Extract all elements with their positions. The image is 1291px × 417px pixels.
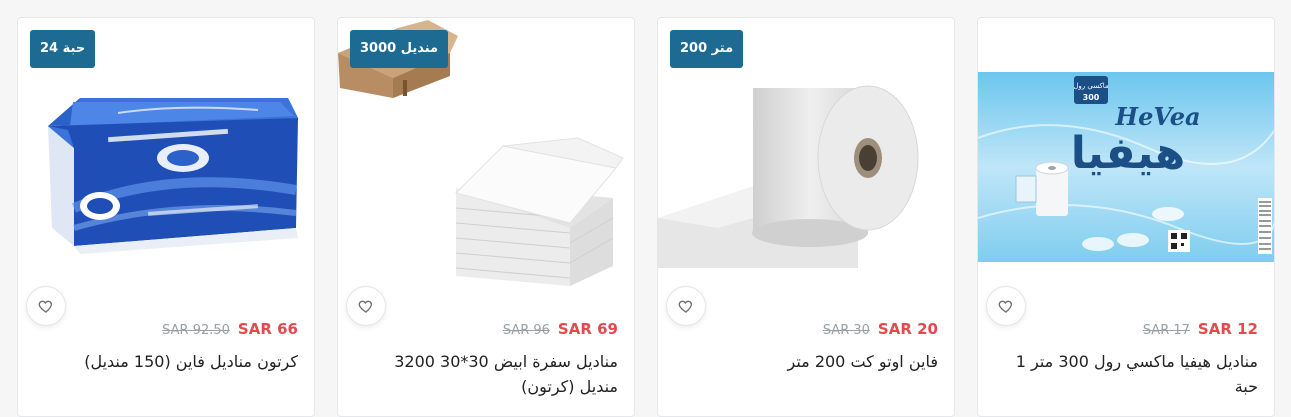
current-price: SAR 69 [557, 320, 618, 338]
old-price: SAR 30 [822, 323, 870, 338]
product-grid: 24 حبة SAR 92.50 SAR 66 كرتون مناديل فاي… [0, 0, 1291, 417]
wishlist-button[interactable] [666, 286, 706, 326]
old-price: SAR 92.50 [162, 323, 230, 338]
product-badge: 24 حبة [30, 30, 96, 68]
pack-tag-label: ماكسي رول [1073, 82, 1109, 90]
product-title[interactable]: كرتون مناديل فاين (150 منديل) [32, 349, 298, 374]
product-title[interactable]: فاين اوتو كت 200 متر [672, 349, 939, 374]
product-title[interactable]: مناديل سفرة ابيض 30*30 3200 منديل (كرتون… [352, 349, 618, 399]
old-price: SAR 96 [502, 323, 550, 338]
product-card-fine-carton[interactable]: 24 حبة SAR 92.50 SAR 66 كرتون مناديل فاي… [17, 17, 315, 417]
price-block: SAR 92.50 SAR 66 [162, 320, 298, 338]
current-price: SAR 12 [1197, 320, 1258, 338]
pack-tag-size: 300 [1083, 93, 1100, 102]
old-price: SAR 17 [1142, 323, 1190, 338]
price-block: SAR 30 SAR 20 [823, 320, 938, 338]
product-card-napkins[interactable]: 3000 منديل SAR 96 SAR 69 مناديل سفرة ابي… [337, 17, 635, 417]
product-card-autocut-roll[interactable]: 200 متر SAR 30 SAR 20 فاين اوتو كت 200 م… [657, 17, 955, 417]
brand-latin: HeVea [1114, 102, 1200, 131]
heart-outline-icon [998, 300, 1013, 313]
product-badge: 3000 منديل [350, 30, 449, 68]
wishlist-button[interactable] [346, 286, 386, 326]
current-price: SAR 20 [877, 320, 938, 338]
heart-outline-icon [678, 300, 693, 313]
product-image[interactable]: ماكسي رول 300 HeVea هيفيا [978, 18, 1274, 296]
product-title[interactable]: مناديل هيفيا ماكسي رول 300 متر 1 حبة [992, 349, 1258, 399]
product-badge: 200 متر [670, 30, 744, 68]
heart-outline-icon [38, 300, 53, 313]
product-card-hevea-roll[interactable]: ماكسي رول 300 HeVea هيفيا SAR 17 SAR 12 … [977, 17, 1275, 417]
wishlist-button[interactable] [26, 286, 66, 326]
wishlist-button[interactable] [986, 286, 1026, 326]
current-price: SAR 66 [237, 320, 298, 338]
brand-arabic: هيفيا [1071, 128, 1186, 179]
price-block: SAR 17 SAR 12 [1143, 320, 1258, 338]
heart-outline-icon [358, 300, 373, 313]
price-block: SAR 96 SAR 69 [503, 320, 618, 338]
